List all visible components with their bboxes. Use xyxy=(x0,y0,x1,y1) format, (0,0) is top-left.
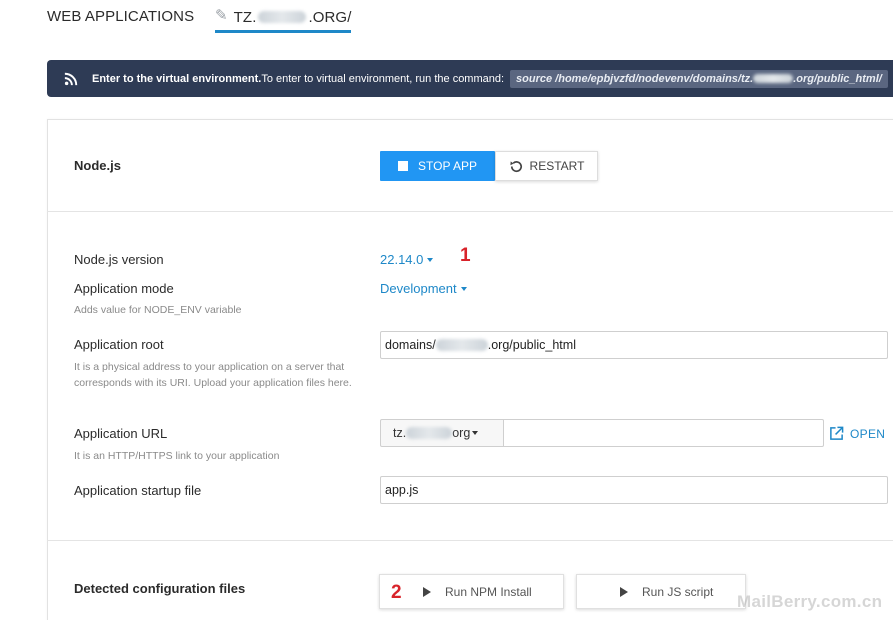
application-root-suffix: .org/public_html xyxy=(487,338,576,352)
annotation-step-1: 1 xyxy=(460,245,471,266)
run-js-script-button[interactable]: Run JS script xyxy=(576,574,746,609)
venv-banner: Enter to the virtual environment. To ent… xyxy=(47,60,893,97)
run-js-script-label: Run JS script xyxy=(642,584,714,599)
divider xyxy=(47,211,893,212)
annotation-step-2: 2 xyxy=(391,582,402,603)
redacted-text xyxy=(753,74,794,84)
caret-down-icon xyxy=(460,286,467,291)
play-icon xyxy=(423,586,431,597)
banner-command[interactable]: source /home/epbjvzfd/nodevenv/domains/t… xyxy=(510,69,888,88)
redacted-text xyxy=(258,11,307,23)
nodejs-label: Node.js xyxy=(74,158,121,173)
restart-label: RESTART xyxy=(529,159,585,173)
stop-icon xyxy=(398,161,409,171)
run-npm-install-button[interactable]: Run NPM Install xyxy=(379,574,564,609)
redacted-text xyxy=(435,339,488,351)
caret-down-icon xyxy=(472,431,479,435)
open-label: OPEN xyxy=(850,426,886,441)
application-root-input[interactable]: domains/ .org/public_html xyxy=(380,331,888,359)
application-root-label: Application root xyxy=(74,337,164,352)
pencil-icon: ✎ xyxy=(215,7,228,24)
application-url-domain-select[interactable]: tz. org xyxy=(380,419,504,447)
open-link[interactable]: OPEN xyxy=(829,426,885,441)
startup-file-label: Application startup file xyxy=(74,483,202,498)
application-mode-label: Application mode xyxy=(74,281,174,296)
application-mode-value: Development xyxy=(380,281,457,296)
tab-domain-prefix: TZ. xyxy=(233,8,257,26)
nodejs-version-label: Node.js version xyxy=(74,252,164,267)
tab-domain-suffix: .ORG/ xyxy=(308,8,352,26)
run-npm-install-label: Run NPM Install xyxy=(445,584,532,599)
application-url-hint: It is an HTTP/HTTPS link to your applica… xyxy=(74,450,280,462)
application-mode-dropdown[interactable]: Development xyxy=(380,281,467,296)
nodejs-version-dropdown[interactable]: 22.14.0 xyxy=(380,252,434,267)
play-icon xyxy=(620,586,628,597)
watermark: MailBerry.com.cn xyxy=(737,592,883,611)
application-root-hint: It is a physical address to your applica… xyxy=(74,361,352,389)
banner-command-suffix: .org/public_html/ xyxy=(793,72,882,85)
url-domain-suffix: org xyxy=(452,426,471,440)
external-link-icon xyxy=(830,426,844,440)
config-files-label: Detected configuration files xyxy=(74,581,246,596)
banner-text: To enter to virtual environment, run the… xyxy=(261,72,505,85)
redacted-text xyxy=(406,427,453,439)
nodejs-version-value: 22.14.0 xyxy=(380,252,424,267)
startup-file-input[interactable]: app.js xyxy=(380,476,888,504)
application-root-prefix: domains/ xyxy=(385,338,436,352)
url-domain-prefix: tz. xyxy=(393,426,407,440)
divider xyxy=(47,540,893,541)
tab-web-applications[interactable]: WEB APPLICATIONS xyxy=(47,8,194,25)
rss-icon xyxy=(64,72,78,85)
banner-title: Enter to the virtual environment. xyxy=(92,72,262,85)
tab-bar: WEB APPLICATIONS ✎ TZ. .ORG/ xyxy=(0,0,893,40)
stop-app-button[interactable]: STOP APP xyxy=(380,151,495,181)
banner-command-prefix: source /home/epbjvzfd/nodevenv/domains/t… xyxy=(516,72,754,85)
application-mode-hint: Adds value for NODE_ENV variable xyxy=(74,304,242,316)
application-url-label: Application URL xyxy=(74,426,168,441)
stop-app-label: STOP APP xyxy=(418,159,477,173)
application-url-path-input[interactable] xyxy=(503,419,824,447)
restart-button[interactable]: RESTART xyxy=(495,151,598,181)
caret-down-icon xyxy=(427,257,434,262)
tab-domain[interactable]: ✎ TZ. .ORG/ xyxy=(215,7,352,33)
restart-icon xyxy=(509,160,522,172)
